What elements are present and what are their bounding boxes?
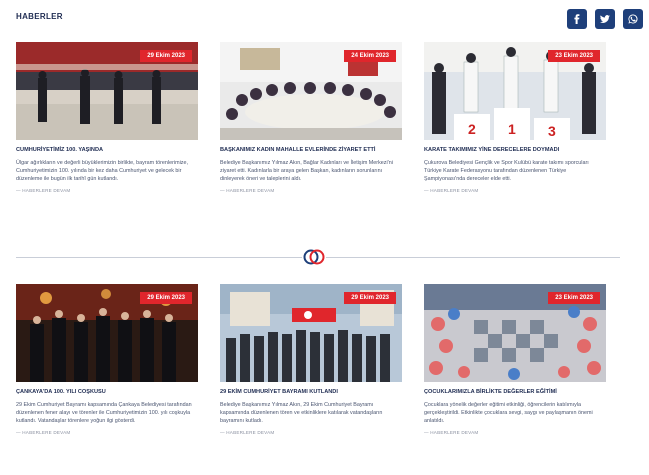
news-card[interactable]: 29 Ekim 2023 CUMHURİYETİMİZ 100. YAŞINDA… — [16, 42, 198, 193]
news-summary: Belediye Başkanımız Yılmaz Akın, Bağlar … — [220, 159, 393, 182]
facebook-button[interactable] — [567, 9, 587, 29]
date-badge: 23 Ekim 2023 — [548, 50, 600, 62]
news-card[interactable]: 2 1 3 23 Ekim 2023 KARATE TAKIMIMIZ YİNE… — [424, 42, 606, 193]
news-thumbnail[interactable]: 29 Ekim 2023 — [220, 284, 402, 382]
read-more-link[interactable]: HABERLERE DEVAM — [16, 430, 198, 435]
municipality-logo — [302, 246, 326, 268]
read-more-link[interactable]: HABERLERE DEVAM — [424, 188, 606, 193]
twitter-button[interactable] — [595, 9, 615, 29]
news-card[interactable]: 29 Ekim 2023 29 EKİM CUMHURİYET BAYRAMI … — [220, 284, 402, 435]
whatsapp-icon — [628, 14, 638, 24]
svg-text:1: 1 — [508, 121, 516, 137]
municipality-logo-icon — [303, 249, 325, 265]
news-summary: Çukurova Belediyesi Gençlik ve Spor Kulü… — [424, 159, 589, 182]
news-title[interactable]: ÇANKAYA'DA 100. YILI COŞKUSU — [16, 389, 198, 397]
news-summary: 29 Ekim Cumhuriyet Bayramı kapsamında Ça… — [16, 401, 192, 424]
news-thumbnail[interactable]: 29 Ekim 2023 — [16, 42, 198, 140]
date-badge: 29 Ekim 2023 — [344, 292, 396, 304]
news-summary: Belediye Başkanımız Yılmaz Akın, 29 Ekim… — [220, 401, 383, 424]
date-badge: 24 Ekim 2023 — [344, 50, 396, 62]
news-summary: Çocuklara yönelik değerler eğitimi etkin… — [424, 401, 593, 424]
news-section-header: HABERLER — [0, 0, 649, 36]
section-title: HABERLER — [16, 12, 63, 21]
news-summary: Ülgar ağırlıkların ve değerli büyüklerim… — [16, 159, 188, 182]
news-title[interactable]: 29 EKİM CUMHURİYET BAYRAMI KUTLANDI — [220, 389, 402, 397]
news-title[interactable]: CUMHURİYETİMİZ 100. YAŞINDA — [16, 147, 198, 155]
facebook-icon — [574, 14, 580, 24]
read-more-link[interactable]: HABERLERE DEVAM — [220, 188, 402, 193]
news-card[interactable]: 23 Ekim 2023 ÇOCUKLARIMIZLA BİRLİKTE DEĞ… — [424, 284, 606, 435]
date-badge: 23 Ekim 2023 — [548, 292, 600, 304]
news-title[interactable]: KARATE TAKIMIMIZ YİNE DERECELERE DOYMADI — [424, 147, 606, 155]
read-more-link[interactable]: HABERLERE DEVAM — [220, 430, 402, 435]
news-card[interactable]: 24 Ekim 2023 BAŞKANIMIZ KADIN MAHALLE EV… — [220, 42, 402, 193]
news-thumbnail[interactable]: 2 1 3 23 Ekim 2023 — [424, 42, 606, 140]
twitter-icon — [600, 15, 610, 23]
news-thumbnail[interactable]: 29 Ekim 2023 — [16, 284, 198, 382]
date-badge: 29 Ekim 2023 — [140, 50, 192, 62]
read-more-link[interactable]: HABERLERE DEVAM — [16, 188, 198, 193]
whatsapp-button[interactable] — [623, 9, 643, 29]
news-title[interactable]: ÇOCUKLARIMIZLA BİRLİKTE DEĞERLER EĞİTİMİ — [424, 389, 606, 397]
svg-text:3: 3 — [548, 123, 556, 139]
news-thumbnail[interactable]: 24 Ekim 2023 — [220, 42, 402, 140]
news-thumbnail[interactable]: 23 Ekim 2023 — [424, 284, 606, 382]
svg-text:2: 2 — [468, 121, 476, 137]
date-badge: 29 Ekim 2023 — [140, 292, 192, 304]
read-more-link[interactable]: HABERLERE DEVAM — [424, 430, 606, 435]
news-card[interactable]: 29 Ekim 2023 ÇANKAYA'DA 100. YILI COŞKUS… — [16, 284, 198, 435]
news-title[interactable]: BAŞKANIMIZ KADIN MAHALLE EVLERİNDE ZİYAR… — [220, 147, 402, 155]
